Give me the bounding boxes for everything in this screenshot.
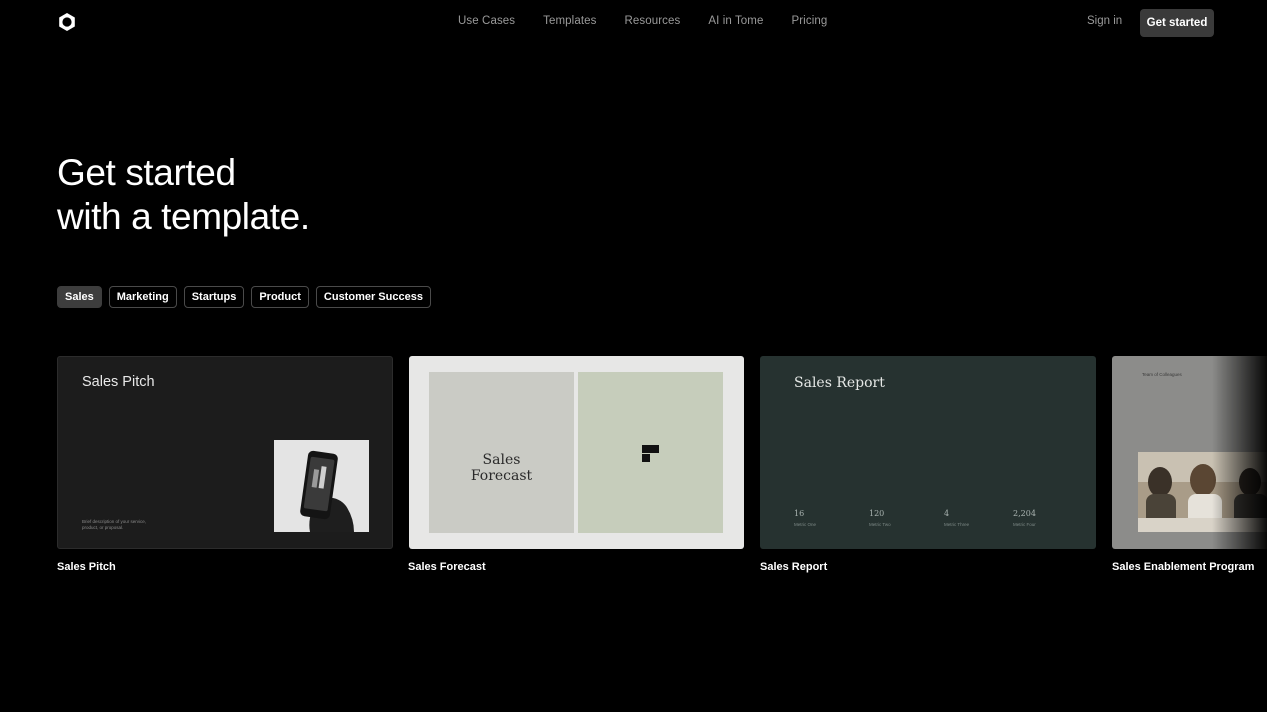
preview-title-line-2: Forecast [470, 468, 533, 484]
preview-title-line-1: Sales [482, 452, 521, 468]
nav-link-templates[interactable]: Templates [543, 15, 596, 27]
stat-value: 120 [869, 509, 885, 518]
top-nav: Use Cases Templates Resources AI in Tome… [0, 0, 1267, 44]
forecast-right-panel [578, 372, 723, 533]
stat-label: Metric Two [869, 522, 891, 527]
stat-value: 2,204 [1013, 509, 1036, 518]
template-name-sales-pitch[interactable]: Sales Pitch [57, 561, 116, 573]
filter-chip-product[interactable]: Product [251, 286, 309, 308]
nav-link-ai-in-tome[interactable]: AI in Tome [708, 15, 763, 27]
stat-label: Metric Three [944, 522, 970, 527]
nav-links: Use Cases Templates Resources AI in Tome… [458, 15, 855, 27]
filter-chip-startups[interactable]: Startups [183, 286, 245, 308]
phone-photo-image [274, 440, 369, 532]
template-card-sales-report[interactable]: Sales Report 16 Metric One 120 Metric Tw… [760, 356, 1096, 549]
preview-title: Sales Forecast [429, 452, 574, 484]
template-card-sales-pitch[interactable]: Sales Pitch Brief description of your se… [57, 356, 393, 549]
nav-link-resources[interactable]: Resources [624, 15, 680, 27]
template-name-sales-report[interactable]: Sales Report [760, 561, 827, 573]
stat-label: Metric Four [1013, 522, 1036, 527]
preview-note: Team of Colleagues [1142, 372, 1182, 377]
stat-value: 4 [944, 509, 950, 518]
page-title-line-2: with a template. [57, 196, 310, 237]
template-card-sales-enablement-program[interactable]: Team of Colleagues [1112, 356, 1267, 549]
preview-title: Sales Report [794, 375, 885, 391]
sign-in-link[interactable]: Sign in [1087, 15, 1122, 27]
filter-chip-marketing[interactable]: Marketing [108, 286, 177, 308]
forecast-left-panel: Sales Forecast [429, 372, 574, 533]
template-card-sales-forecast[interactable]: Sales Forecast [409, 356, 744, 549]
page-title: Get started with a template. [57, 151, 310, 239]
filter-chip-customer-success[interactable]: Customer Success [315, 286, 431, 308]
stat-value: 16 [794, 509, 805, 518]
team-photo-image [1138, 452, 1267, 532]
stat-label: Metric One [794, 522, 817, 527]
nav-link-pricing[interactable]: Pricing [791, 15, 827, 27]
preview-title: Sales Pitch [82, 374, 155, 390]
template-name-sales-forecast[interactable]: Sales Forecast [408, 561, 486, 573]
get-started-button[interactable]: Get started [1140, 9, 1214, 37]
filter-chip-sales[interactable]: Sales [57, 286, 102, 308]
nav-link-use-cases[interactable]: Use Cases [458, 15, 515, 27]
tome-logo-icon[interactable] [57, 12, 77, 32]
page-title-line-1: Get started [57, 152, 236, 193]
template-name-sales-enablement-program[interactable]: Sales Enablement Program [1112, 561, 1254, 573]
preview-note: Brief description of your service, produ… [82, 519, 147, 530]
brand-mark-icon [642, 445, 659, 462]
category-filters: Sales Marketing Startups Product Custome… [57, 286, 431, 308]
